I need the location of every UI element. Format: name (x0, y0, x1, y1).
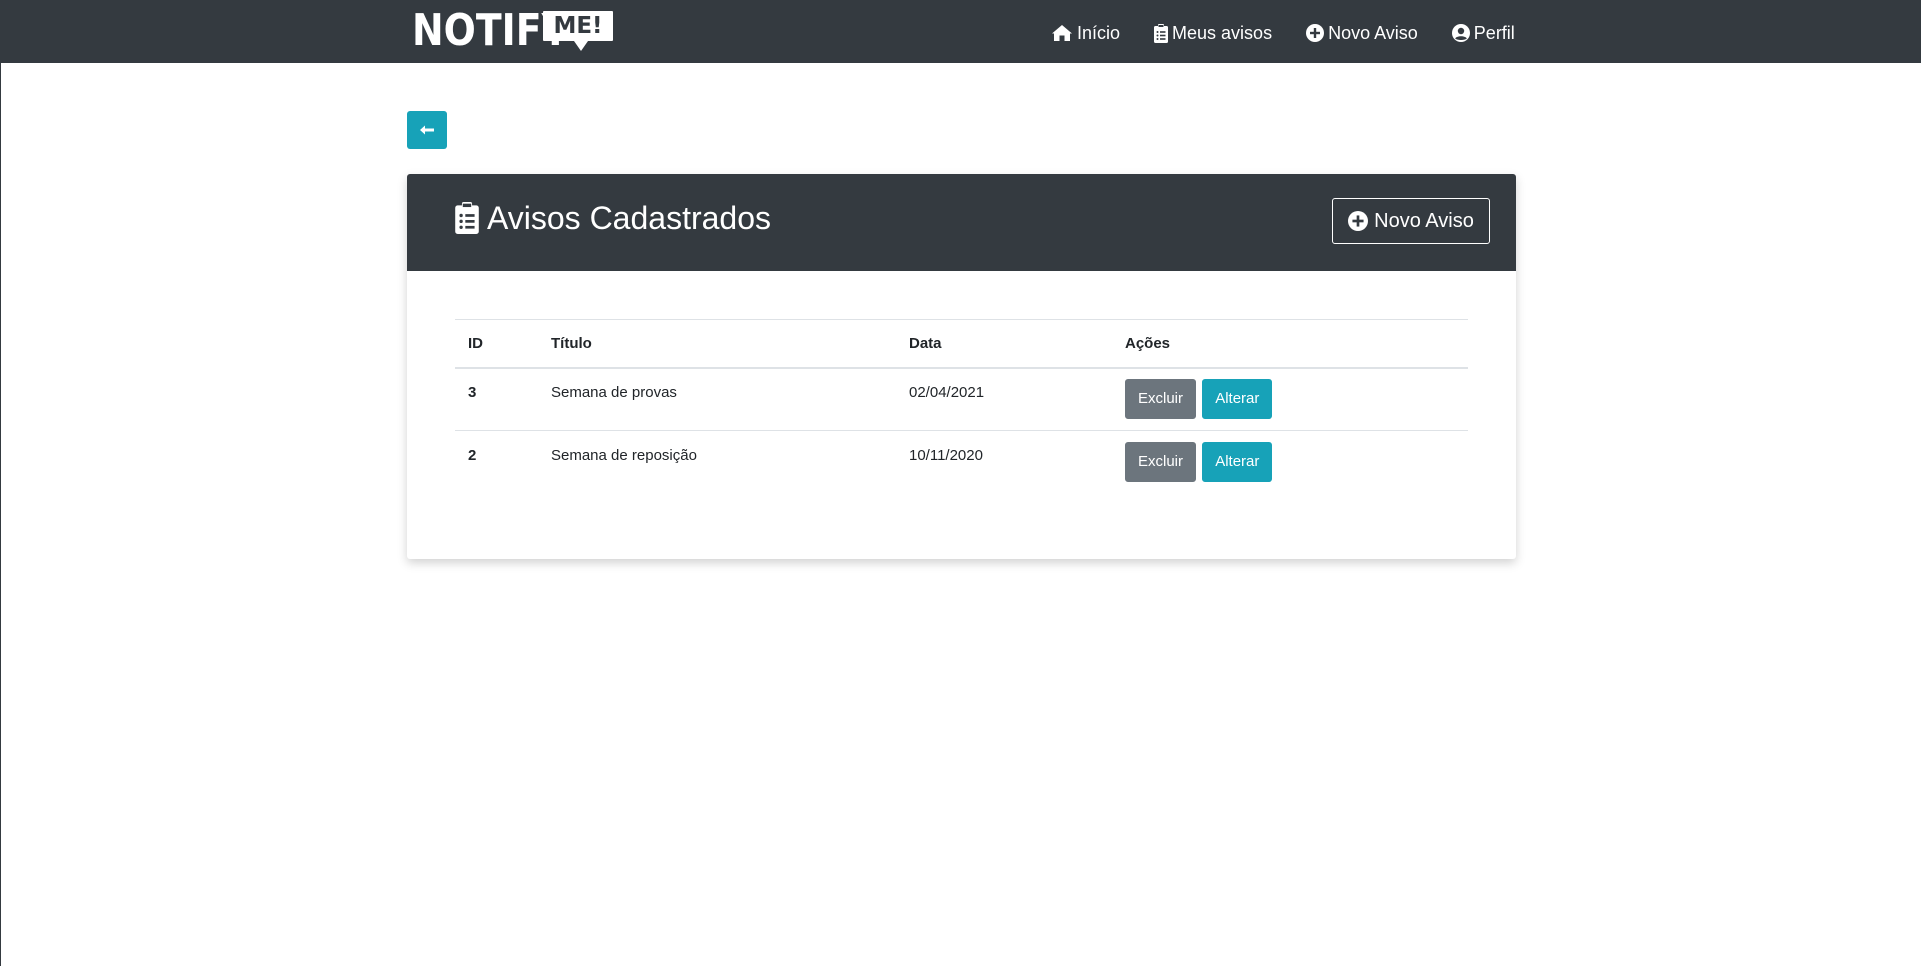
nav-item-label: Meus avisos (1172, 22, 1273, 43)
page-title: Avisos Cadastrados (455, 198, 771, 238)
page-title-text: Avisos Cadastrados (487, 199, 771, 236)
avisos-card: Avisos Cadastrados Novo Aviso ID Título … (407, 174, 1516, 559)
novo-aviso-button-label: Novo Aviso (1374, 209, 1474, 232)
clipboard-list-icon (1154, 23, 1169, 43)
row-id: 2 (468, 446, 477, 464)
home-icon (1052, 25, 1072, 41)
notify-me-logo[interactable]: NOTIFY ME! (412, 7, 613, 55)
column-header-date: Data (909, 334, 942, 352)
arrow-left-icon (420, 125, 434, 135)
row-date: 10/11/2020 (909, 446, 983, 464)
delete-button[interactable]: Excluir (1125, 442, 1197, 483)
card-header: Avisos Cadastrados Novo Aviso (407, 174, 1516, 271)
table-row: 3 Semana de provas 02/04/2021 Excluir Al… (455, 368, 1468, 431)
row-actions: Excluir Alterar (1112, 431, 1468, 494)
edit-button[interactable]: Alterar (1202, 442, 1273, 483)
nav-item-label: Início (1077, 22, 1121, 43)
table-header-row: ID Título Data Ações (455, 319, 1468, 368)
back-button[interactable] (407, 111, 447, 149)
row-title: Semana de provas (551, 383, 677, 401)
plus-circle-icon (1306, 24, 1325, 42)
column-header-actions: Ações (1125, 334, 1171, 352)
novo-aviso-button[interactable]: Novo Aviso (1332, 198, 1490, 244)
delete-button[interactable]: Excluir (1125, 379, 1197, 420)
nav-links: Início Meus avisos Novo Aviso Perfil (1051, 20, 1515, 46)
row-id: 3 (468, 383, 477, 401)
row-date: 02/04/2021 (909, 383, 985, 401)
nav-item-meus-avisos[interactable]: Meus avisos (1154, 23, 1272, 44)
logo-speech-bubble: ME! (543, 11, 613, 51)
avisos-table: ID Título Data Ações 3 Semana de provas … (455, 319, 1468, 494)
row-title: Semana de reposição (551, 446, 697, 464)
clipboard-list-icon (455, 202, 479, 234)
nav-item-novo-aviso[interactable]: Novo Aviso (1306, 23, 1418, 44)
top-navbar: NOTIFY ME! Início Meus avisos Novo Aviso… (1, 0, 1921, 63)
nav-item-perfil[interactable]: Perfil (1451, 22, 1515, 44)
nav-item-label: Novo Aviso (1328, 22, 1418, 43)
nav-item-inicio[interactable]: Início (1051, 23, 1120, 44)
column-header-title: Título (551, 334, 592, 352)
plus-circle-icon (1348, 211, 1369, 231)
table-row: 2 Semana de reposição 10/11/2020 Excluir… (455, 430, 1468, 494)
nav-item-label: Perfil (1473, 22, 1515, 43)
user-circle-icon (1451, 24, 1470, 42)
edit-button[interactable]: Alterar (1202, 379, 1273, 420)
column-header-id: ID (468, 334, 483, 352)
row-actions: Excluir Alterar (1112, 368, 1468, 431)
